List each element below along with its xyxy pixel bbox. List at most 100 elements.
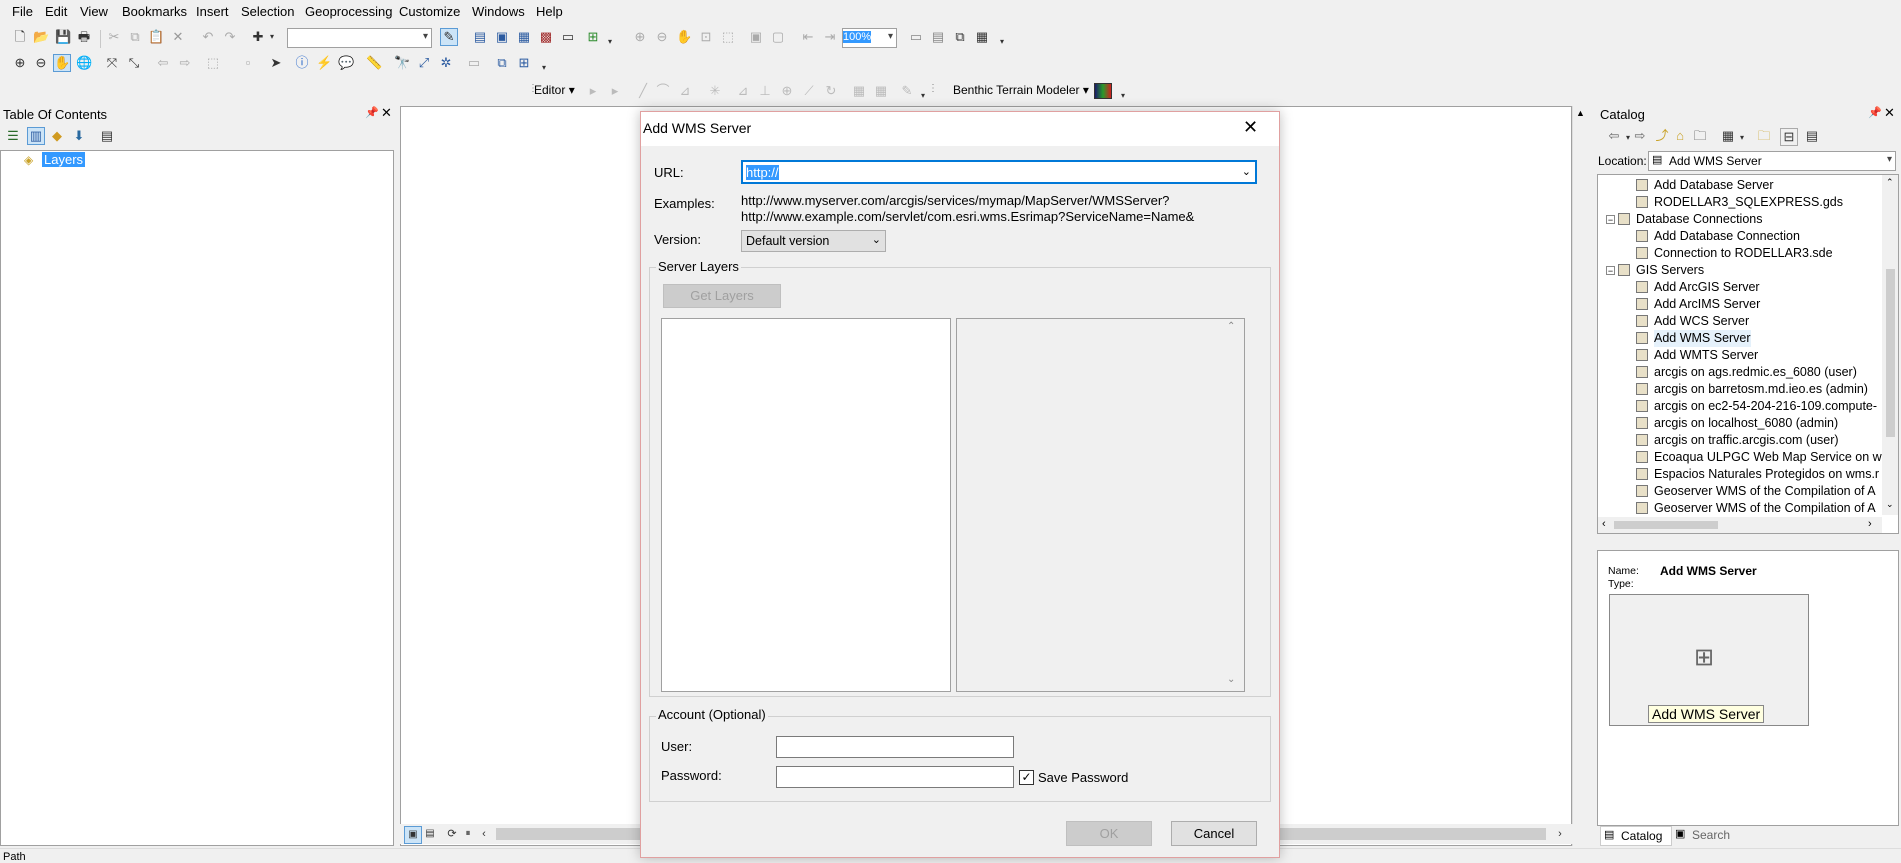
full-extent-icon[interactable]: ⊡: [698, 29, 714, 45]
chevron-down-icon[interactable]: ▾: [602, 34, 618, 50]
up-one-level-icon[interactable]: ⤴: [1654, 128, 1670, 144]
sketch-properties-icon[interactable]: ▦: [873, 83, 889, 99]
data-view-icon[interactable]: ▣: [404, 826, 422, 844]
layout-view-icon[interactable]: ▤: [422, 826, 438, 842]
close-icon[interactable]: ✕: [1243, 117, 1258, 138]
url-combo[interactable]: http:// ⌄: [741, 160, 1257, 184]
tab-catalog[interactable]: ▤ Catalog: [1600, 826, 1672, 846]
edit-tool-icon[interactable]: ▸: [585, 83, 601, 99]
chevron-left-icon[interactable]: ‹: [1602, 518, 1606, 530]
paste-icon[interactable]: 📋: [148, 29, 164, 45]
chevron-down-icon[interactable]: ▾: [1734, 130, 1750, 146]
go-forward-icon[interactable]: ⇨: [177, 55, 193, 71]
list-by-visibility-icon[interactable]: ◆: [49, 128, 65, 144]
redo-icon[interactable]: ↷: [222, 29, 238, 45]
straight-segment-icon[interactable]: ╱: [635, 83, 651, 99]
scrollbar-thumb[interactable]: [1886, 269, 1895, 437]
save-icon[interactable]: 💾: [55, 29, 71, 45]
catalog-options-icon[interactable]: ▤: [1804, 128, 1820, 144]
chevron-right-icon[interactable]: ›: [1552, 826, 1568, 842]
map-scale-combo[interactable]: ▾: [287, 28, 432, 48]
pan-hand-icon[interactable]: ✋: [53, 54, 71, 72]
tab-search[interactable]: ▣ Search: [1672, 826, 1742, 844]
cut-icon[interactable]: ✂: [106, 29, 122, 45]
focus-data-frame-icon[interactable]: ▤: [930, 29, 946, 45]
editor-toolbar-icon[interactable]: ✎: [440, 28, 458, 46]
toc-layers-item[interactable]: Layers: [42, 152, 86, 167]
ok-button[interactable]: OK: [1066, 821, 1152, 846]
location-combo[interactable]: ▤ Add WMS Server ▾: [1648, 151, 1896, 171]
chevron-right-icon[interactable]: ›: [1868, 518, 1872, 530]
menu-file[interactable]: File: [12, 4, 33, 19]
chevron-down-icon[interactable]: ⌄: [1886, 499, 1894, 510]
search-window-icon[interactable]: ▦: [516, 29, 532, 45]
toggle-contents-panel-icon[interactable]: ⊟: [1780, 128, 1798, 146]
page-width-icon[interactable]: ⬚: [720, 29, 736, 45]
menu-windows[interactable]: Windows: [472, 4, 525, 19]
back-extent-icon[interactable]: ⇤: [800, 29, 816, 45]
html-popup-icon[interactable]: 💬: [338, 55, 354, 71]
tree-vertical-scrollbar[interactable]: ⌃ ⌄: [1882, 175, 1898, 515]
cut-polygons-icon[interactable]: ⊕: [779, 83, 795, 99]
time-slider-icon[interactable]: ▭: [466, 55, 482, 71]
undo-icon[interactable]: ↶: [200, 29, 216, 45]
map-vertical-scrollbar[interactable]: ▲ ▼: [1572, 106, 1589, 846]
layers-tree[interactable]: [661, 318, 951, 692]
point-icon[interactable]: ✳: [707, 83, 723, 99]
list-by-source-icon[interactable]: ▥: [27, 127, 45, 145]
catalog-tree[interactable]: Add Database Server RODELLAR3_SQLEXPRESS.…: [1597, 174, 1899, 534]
python-window-icon[interactable]: ▭: [560, 29, 576, 45]
benthic-terrain-modeler-menu[interactable]: Benthic Terrain Modeler ▾: [953, 83, 1089, 97]
menu-selection[interactable]: Selection: [241, 4, 294, 19]
catalog-window-icon[interactable]: ▣: [494, 29, 510, 45]
zoom-in-icon[interactable]: ⊕: [12, 55, 28, 71]
pin-icon[interactable]: 📌: [365, 106, 379, 119]
data-driven-pages-icon[interactable]: ▦: [974, 29, 990, 45]
fixed-zoom-in-icon[interactable]: ⤧: [104, 55, 120, 71]
arcgis-online-icon[interactable]: ⊞: [516, 55, 532, 71]
menu-geoprocessing[interactable]: Geoprocessing: [305, 4, 392, 19]
zoom-in-fixed-icon[interactable]: ⊕: [632, 29, 648, 45]
password-input[interactable]: [776, 766, 1014, 788]
toc-options-icon[interactable]: ▤: [99, 128, 115, 144]
menu-help[interactable]: Help: [536, 4, 563, 19]
folder-icon[interactable]: 🗀: [1756, 128, 1772, 144]
find-route-icon[interactable]: ⤢: [416, 55, 432, 71]
get-layers-button[interactable]: Get Layers: [663, 284, 781, 308]
fixed-zoom-out-icon[interactable]: ⤡: [126, 55, 142, 71]
chevron-down-icon[interactable]: ⌄: [1242, 165, 1251, 178]
select-features-icon[interactable]: ⬚: [205, 55, 221, 71]
forward-icon[interactable]: ⇨: [1632, 128, 1648, 144]
color-ramp-icon[interactable]: [1094, 83, 1112, 99]
list-by-selection-icon[interactable]: ⬇: [71, 128, 87, 144]
identify-icon[interactable]: ⓘ: [294, 55, 310, 71]
collapse-icon[interactable]: −: [1606, 215, 1615, 225]
chevron-down-icon[interactable]: ▾: [264, 29, 280, 45]
create-viewer-window-icon[interactable]: ⧉: [494, 55, 510, 71]
user-input[interactable]: [776, 736, 1014, 758]
pin-icon[interactable]: 📌: [1868, 106, 1882, 119]
zoom-100-icon[interactable]: ▢: [770, 29, 786, 45]
modelbuilder-icon[interactable]: ⊞: [585, 29, 601, 45]
zoom-out-icon[interactable]: ⊖: [33, 55, 49, 71]
edit-annotation-icon[interactable]: ▸: [607, 83, 623, 99]
open-icon[interactable]: 📂: [33, 29, 49, 45]
chevron-down-icon[interactable]: ▾: [1115, 88, 1131, 104]
connect-to-folder-icon[interactable]: 🗀: [1692, 128, 1708, 144]
save-password-checkbox[interactable]: ✓: [1019, 770, 1034, 785]
zoom-whole-page-icon[interactable]: ▣: [748, 29, 764, 45]
chevron-left-icon[interactable]: ‹: [476, 826, 492, 842]
editor-menu[interactable]: Editor ▾: [534, 83, 575, 97]
attributes-icon[interactable]: ▦: [851, 83, 867, 99]
reshape-icon[interactable]: ⊥: [757, 83, 773, 99]
chevron-down-icon[interactable]: ▾: [536, 60, 552, 76]
close-icon[interactable]: ✕: [1884, 105, 1895, 121]
version-select[interactable]: Default version ⌄: [741, 230, 886, 252]
refresh-icon[interactable]: ⟳: [444, 826, 460, 842]
edit-vertices-icon[interactable]: ⊿: [735, 83, 751, 99]
hyperlink-icon[interactable]: ⚡: [316, 55, 332, 71]
zoom-out-fixed-icon[interactable]: ⊖: [654, 29, 670, 45]
copy-icon[interactable]: ⧉: [127, 29, 143, 45]
collapse-icon[interactable]: −: [1606, 266, 1615, 276]
scrollbar-thumb[interactable]: [1614, 521, 1718, 529]
